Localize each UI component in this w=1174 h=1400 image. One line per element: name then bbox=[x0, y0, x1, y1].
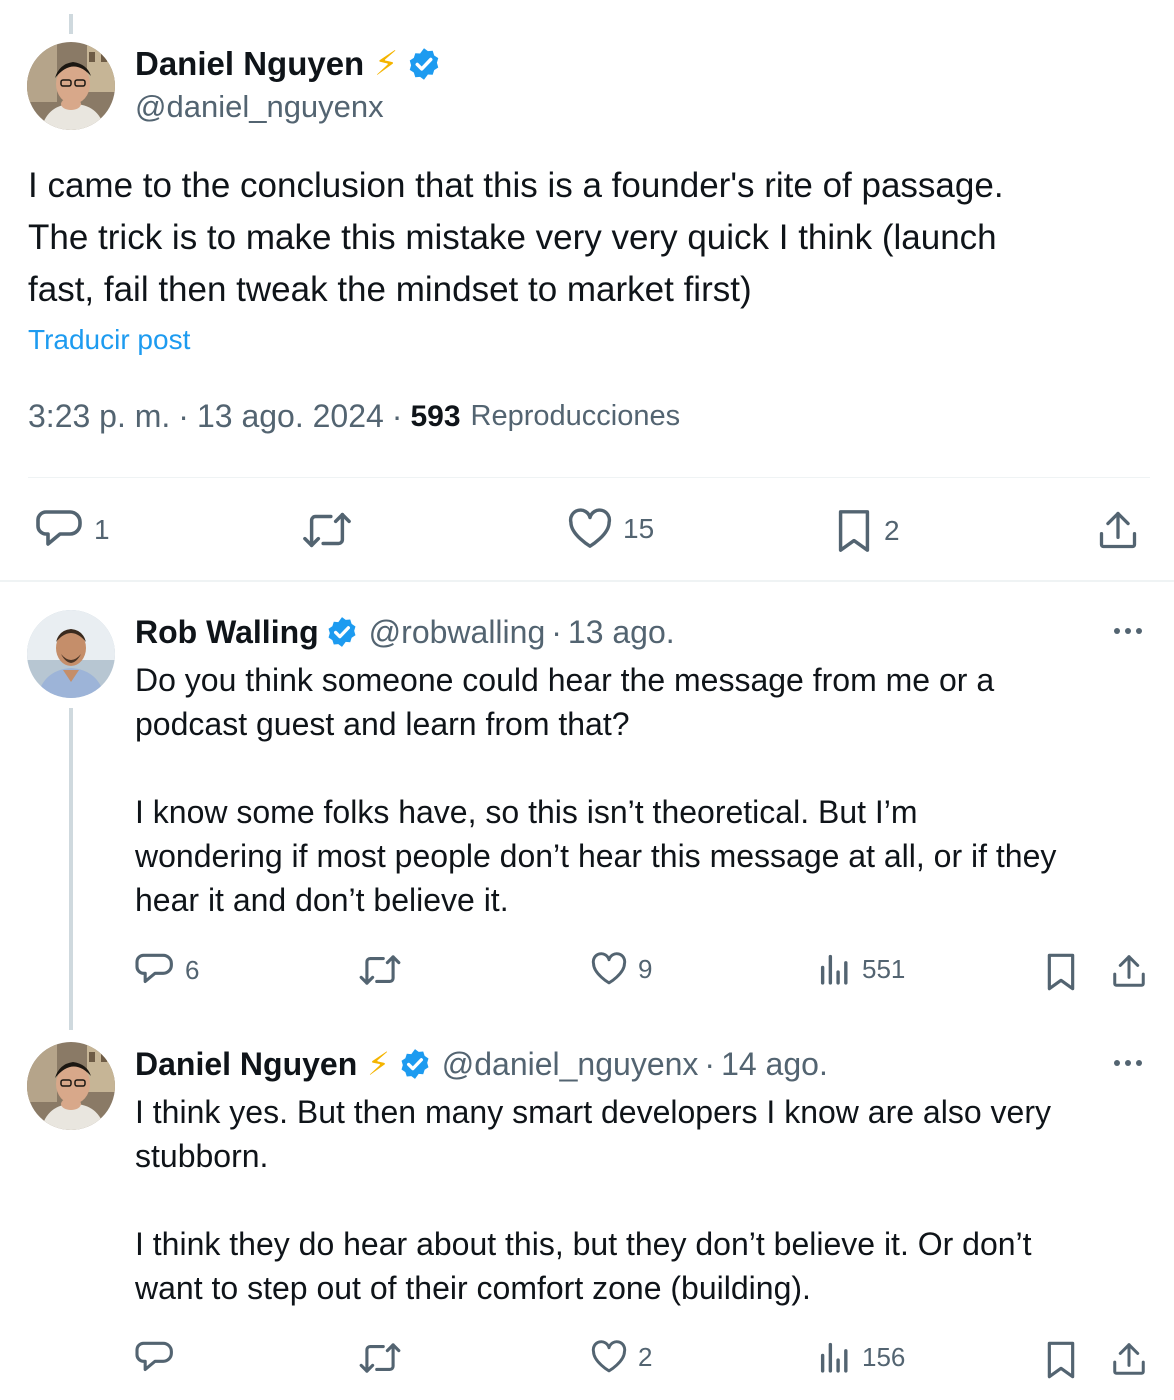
reply1-views-count: 551 bbox=[862, 953, 906, 984]
reply2-text: I think yes. But then many smart develop… bbox=[135, 1090, 1165, 1310]
reply2-retweet-button[interactable] bbox=[358, 1340, 402, 1376]
reply2-header: Daniel Nguyen ⚡ @daniel_nguyenx · 14 ago… bbox=[135, 1044, 828, 1084]
reply1-retweet-button[interactable] bbox=[358, 952, 402, 988]
avatar-daniel-nguyen[interactable] bbox=[27, 1042, 115, 1130]
reply-count: 1 bbox=[94, 514, 110, 545]
post-meta: 3:23 p. m. · 13 ago. 2024 · 593 Reproduc… bbox=[28, 398, 680, 435]
meta-separator: · bbox=[551, 613, 562, 650]
reply1-share-button[interactable] bbox=[1110, 952, 1148, 990]
main-author-row: Daniel Nguyen ⚡ bbox=[135, 42, 442, 86]
views-icon bbox=[820, 1342, 848, 1373]
reply1-author-name[interactable]: Rob Walling bbox=[135, 614, 319, 651]
reply2-reply-button[interactable] bbox=[135, 1340, 185, 1376]
bookmark-icon bbox=[1047, 1341, 1075, 1379]
bookmark-count: 2 bbox=[884, 515, 900, 546]
more-icon[interactable] bbox=[1114, 628, 1142, 634]
reply2-share-button[interactable] bbox=[1110, 1340, 1148, 1378]
divider-top bbox=[28, 477, 1150, 478]
share-button[interactable] bbox=[1096, 508, 1140, 552]
reply1-text: Do you think someone could hear the mess… bbox=[135, 658, 1165, 922]
main-author-name[interactable]: Daniel Nguyen bbox=[135, 45, 364, 83]
reply1-bookmark-button[interactable] bbox=[1044, 952, 1078, 992]
reply1-line: Do you think someone could hear the mess… bbox=[135, 662, 995, 698]
retweet-icon bbox=[359, 1343, 401, 1373]
reply2-handle[interactable]: @daniel_nguyenx bbox=[442, 1046, 699, 1083]
avatar-daniel-image bbox=[27, 42, 115, 130]
reply2-author-name[interactable]: Daniel Nguyen bbox=[135, 1046, 357, 1083]
reply1-line: podcast guest and learn from that? bbox=[135, 706, 630, 742]
reply2-line: I think yes. But then many smart develop… bbox=[135, 1094, 1051, 1130]
more-icon[interactable] bbox=[1114, 1060, 1142, 1066]
divider-bottom bbox=[0, 580, 1174, 582]
verified-badge-icon[interactable] bbox=[406, 46, 442, 82]
like-button[interactable]: 15 bbox=[567, 508, 654, 550]
meta-separator: · bbox=[704, 1045, 716, 1082]
reply2-line: I think they do hear about this, but the… bbox=[135, 1226, 1032, 1262]
share-icon bbox=[1113, 955, 1145, 987]
reply2-views-button[interactable]: 156 bbox=[818, 1340, 905, 1374]
meta-separator: · bbox=[178, 398, 189, 434]
bookmark-icon bbox=[1047, 953, 1075, 991]
reply2-bookmark-button[interactable] bbox=[1044, 1340, 1078, 1380]
reply1-line: hear it and don’t believe it. bbox=[135, 882, 509, 918]
views-icon bbox=[820, 954, 848, 985]
thread-line bbox=[69, 708, 73, 1030]
retweet-icon bbox=[303, 512, 351, 548]
like-icon bbox=[591, 952, 627, 985]
reply1-handle[interactable]: @robwalling bbox=[369, 614, 546, 651]
reply-icon bbox=[135, 953, 173, 984]
share-icon bbox=[1113, 1343, 1145, 1375]
reply2-line: stubborn. bbox=[135, 1138, 269, 1174]
post-time[interactable]: 3:23 p. m. bbox=[28, 398, 170, 435]
like-count: 15 bbox=[623, 513, 655, 544]
reply1-like-button[interactable]: 9 bbox=[590, 952, 652, 986]
reply-button[interactable]: 1 bbox=[36, 508, 110, 552]
lightning-emoji-icon: ⚡ bbox=[374, 45, 399, 83]
avatar-rob-image bbox=[27, 610, 115, 698]
share-icon bbox=[1099, 511, 1137, 549]
reply1-line: wondering if most people don’t hear this… bbox=[135, 838, 1057, 874]
reply-icon bbox=[135, 1341, 173, 1372]
reply2-date[interactable]: 14 ago. bbox=[721, 1046, 828, 1083]
reply2-views-count: 156 bbox=[862, 1341, 906, 1372]
reply2-like-count: 2 bbox=[638, 1341, 653, 1372]
lightning-emoji-icon: ⚡ bbox=[367, 1046, 390, 1082]
verified-badge-icon[interactable] bbox=[398, 1047, 432, 1081]
reply1-reply-count: 6 bbox=[185, 954, 200, 985]
main-post-line: fast, fail then tweak the mindset to mar… bbox=[28, 270, 752, 309]
reply1-reply-button[interactable]: 6 bbox=[135, 952, 199, 988]
views-count[interactable]: 593 bbox=[410, 400, 460, 434]
reply2-like-button[interactable]: 2 bbox=[590, 1340, 652, 1374]
retweet-button[interactable] bbox=[302, 508, 352, 552]
views-label: Reproducciones bbox=[470, 400, 681, 432]
main-post-line: The trick is to make this mistake very v… bbox=[28, 218, 997, 257]
reply1-header: Rob Walling @robwalling · 13 ago. bbox=[135, 612, 675, 652]
main-post-line: I came to the conclusion that this is a … bbox=[28, 166, 1004, 205]
bookmark-button[interactable]: 2 bbox=[834, 508, 900, 554]
avatar-rob-walling[interactable] bbox=[27, 610, 115, 698]
meta-separator: · bbox=[391, 398, 403, 434]
main-author-handle[interactable]: @daniel_nguyenx bbox=[135, 89, 384, 125]
translate-post-link[interactable]: Traducir post bbox=[28, 324, 190, 356]
reply1-like-count: 9 bbox=[638, 953, 653, 984]
like-icon bbox=[591, 1340, 627, 1373]
retweet-icon bbox=[359, 955, 401, 985]
thread-line-top bbox=[69, 14, 73, 34]
main-post-text: I came to the conclusion that this is a … bbox=[28, 160, 1158, 316]
reply1-date[interactable]: 13 ago. bbox=[568, 614, 675, 651]
reply-icon bbox=[36, 510, 82, 546]
reply2-line: want to step out of their comfort zone (… bbox=[135, 1270, 811, 1306]
reply1-line: I know some folks have, so this isn’t th… bbox=[135, 794, 918, 830]
avatar-daniel-image bbox=[27, 1042, 115, 1130]
post-date[interactable]: 13 ago. 2024 bbox=[197, 398, 384, 435]
verified-badge-icon[interactable] bbox=[325, 615, 359, 649]
avatar-daniel-nguyen[interactable] bbox=[27, 42, 115, 130]
like-icon bbox=[568, 508, 612, 548]
reply1-views-button[interactable]: 551 bbox=[818, 952, 905, 986]
bookmark-icon bbox=[838, 510, 870, 552]
